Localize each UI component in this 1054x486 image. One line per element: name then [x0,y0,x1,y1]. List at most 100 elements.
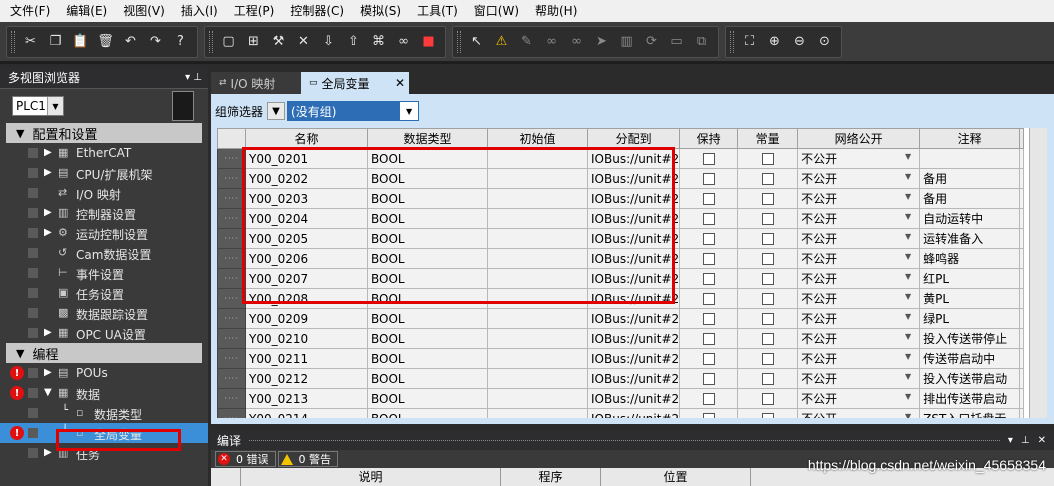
table-row[interactable]: ···· Y00_0212 BOOL IOBus://unit#2 不公开 ▼ 投入传送带启… [217,368,1025,389]
tree-item[interactable]: ⊢ 事件设置 [0,263,208,283]
initial-value-cell[interactable] [487,388,588,409]
data-type-cell[interactable]: BOOL [367,228,488,249]
menu-item-5[interactable]: 控制器(C) [282,0,352,22]
upload-icon[interactable]: ⇧ [341,30,366,54]
tree-item[interactable]: └ ▫ 数据类型 [0,403,208,423]
comment-cell[interactable]: 运转准备入 [919,228,1021,249]
data-type-cell[interactable]: BOOL [367,188,488,209]
constant-checkbox[interactable] [761,173,774,185]
initial-value-cell[interactable] [487,348,588,369]
menu-item-1[interactable]: 编辑(E) [58,0,115,22]
monitor-icon[interactable]: ▭ [664,30,689,54]
expand-arrow-icon[interactable]: ▶ [44,147,52,158]
retain-checkbox[interactable] [702,233,715,245]
network-publish-select[interactable]: 不公开 ▼ [797,168,921,189]
warning-icon[interactable]: ⚠ [489,30,514,54]
initial-value-cell[interactable] [487,208,588,229]
constant-checkbox[interactable] [761,213,774,225]
table-row[interactable]: ···· Y00_0204 BOOL IOBus://unit#2 不公开 ▼ 自动运转中 [217,208,1025,229]
warnings-filter-button[interactable]: 0 警告 [277,451,338,467]
row-selector[interactable]: ···· [217,228,246,249]
variable-name-cell[interactable]: Y00_0201 [245,148,368,169]
tree-item[interactable]: ! └ ▫ 全局变量 [0,423,208,443]
assign-to-cell[interactable]: IOBus://unit#2 [586,188,681,209]
variable-name-cell[interactable]: Y00_0202 [245,168,368,189]
undo-icon[interactable]: ↶ [118,30,143,54]
cut-icon[interactable]: ✂ [18,30,43,54]
chevron-down-icon[interactable]: ▼ [905,212,911,221]
constant-checkbox[interactable] [761,293,774,305]
stop-icon[interactable]: ■ [416,30,441,54]
3d-icon[interactable]: ▢ [216,30,241,54]
tab-global-vars[interactable]: ▭ 全局变量 ✕ [301,72,409,94]
retain-checkbox[interactable] [702,313,715,325]
expand-arrow-icon[interactable]: ▶ [44,207,52,218]
assign-to-cell[interactable]: IOBus://unit#2 [586,148,681,169]
pin-icon[interactable]: ▾ ⊥ [185,72,202,83]
column-header[interactable]: 保持 [679,128,739,149]
pin-icon[interactable]: ⊥ [1021,435,1030,446]
initial-value-cell[interactable] [487,328,588,349]
assign-to-cell[interactable]: IOBus://unit#2 [586,248,681,269]
network-publish-select[interactable]: 不公开 ▼ [797,148,921,169]
initial-value-cell[interactable] [487,228,588,249]
initial-value-cell[interactable] [487,288,588,309]
retain-checkbox[interactable] [702,193,715,205]
cursor-icon[interactable]: ↖ [464,30,489,54]
fit-icon[interactable]: ⛶ [737,30,762,54]
chevron-down-icon[interactable]: ▼ [905,312,911,321]
row-selector[interactable]: ···· [217,388,246,409]
variable-name-cell[interactable]: Y00_0204 [245,208,368,229]
retain-checkbox[interactable] [702,353,715,365]
row-selector[interactable]: ···· [217,148,246,169]
network-publish-select[interactable]: 不公开 ▼ [797,288,921,309]
wrench-icon[interactable]: ✎ [514,30,539,54]
data-type-cell[interactable]: BOOL [367,308,488,329]
retain-checkbox[interactable] [702,393,715,405]
constant-checkbox[interactable] [761,193,774,205]
expand-arrow-icon[interactable]: ▶ [44,367,52,378]
constant-checkbox[interactable] [761,333,774,345]
table-row[interactable]: ····Y00_0214BOOL IOBus://unit#2 不公开 ▼ ZST入口托… [217,408,1025,418]
constant-checkbox[interactable] [761,233,774,245]
rack-icon[interactable]: ▥ [614,30,639,54]
assign-to-cell[interactable]: IOBus://unit#2 [586,408,681,418]
help-icon[interactable]: ? [168,30,193,54]
data-type-cell[interactable]: BOOL [367,248,488,269]
row-selector[interactable]: ···· [217,368,246,389]
variable-name-cell[interactable]: Y00_0213 [245,388,368,409]
initial-value-cell[interactable] [487,268,588,289]
network-publish-select[interactable]: 不公开 ▼ [797,368,921,389]
tree-item[interactable]: ▶ ▦ OPC UA设置 [0,323,208,343]
menu-item-7[interactable]: 工具(T) [409,0,466,22]
tree-item[interactable]: ▶ ⚙ 运动控制设置 [0,223,208,243]
assign-to-cell[interactable]: IOBus://unit#2 [586,268,681,289]
data-type-cell[interactable]: BOOL [367,328,488,349]
row-selector[interactable]: ···· [217,308,246,329]
hammer-icon[interactable]: ⚒ [266,30,291,54]
constant-checkbox[interactable] [761,393,774,405]
row-selector[interactable]: ···· [217,328,246,349]
row-selector[interactable]: ···· [217,288,246,309]
tree-section-1[interactable]: ▼ 编程 [6,343,202,363]
panel-menu-icon[interactable]: ▾ [1008,435,1013,446]
comment-cell[interactable] [919,148,1021,169]
column-header[interactable]: 常量 [737,128,799,149]
chevron-down-icon[interactable]: ▼ [905,232,911,241]
comment-cell[interactable]: 自动运转中 [919,208,1021,229]
zoom-out-icon[interactable]: ⊖ [787,30,812,54]
chevron-down-icon[interactable]: ▼ [905,152,911,161]
column-header[interactable]: 分配到 [586,128,681,149]
assign-to-cell[interactable]: IOBus://unit#2 [586,168,681,189]
row-selector[interactable]: ···· [217,168,246,189]
zoom-in-icon[interactable]: ⊕ [762,30,787,54]
tools-icon[interactable]: ✕ [291,30,316,54]
chevron-down-icon[interactable]: ▼ [47,97,63,115]
variable-name-cell[interactable]: Y00_0212 [245,368,368,389]
variable-name-cell[interactable]: Y00_0203 [245,188,368,209]
tree-item[interactable]: ▶ ▤ CPU/扩展机架 [0,163,208,183]
constant-checkbox[interactable] [761,153,774,165]
expand-arrow-icon[interactable]: ▶ [44,327,52,338]
retain-checkbox[interactable] [702,153,715,165]
chevron-down-icon[interactable]: ▼ [905,332,911,341]
